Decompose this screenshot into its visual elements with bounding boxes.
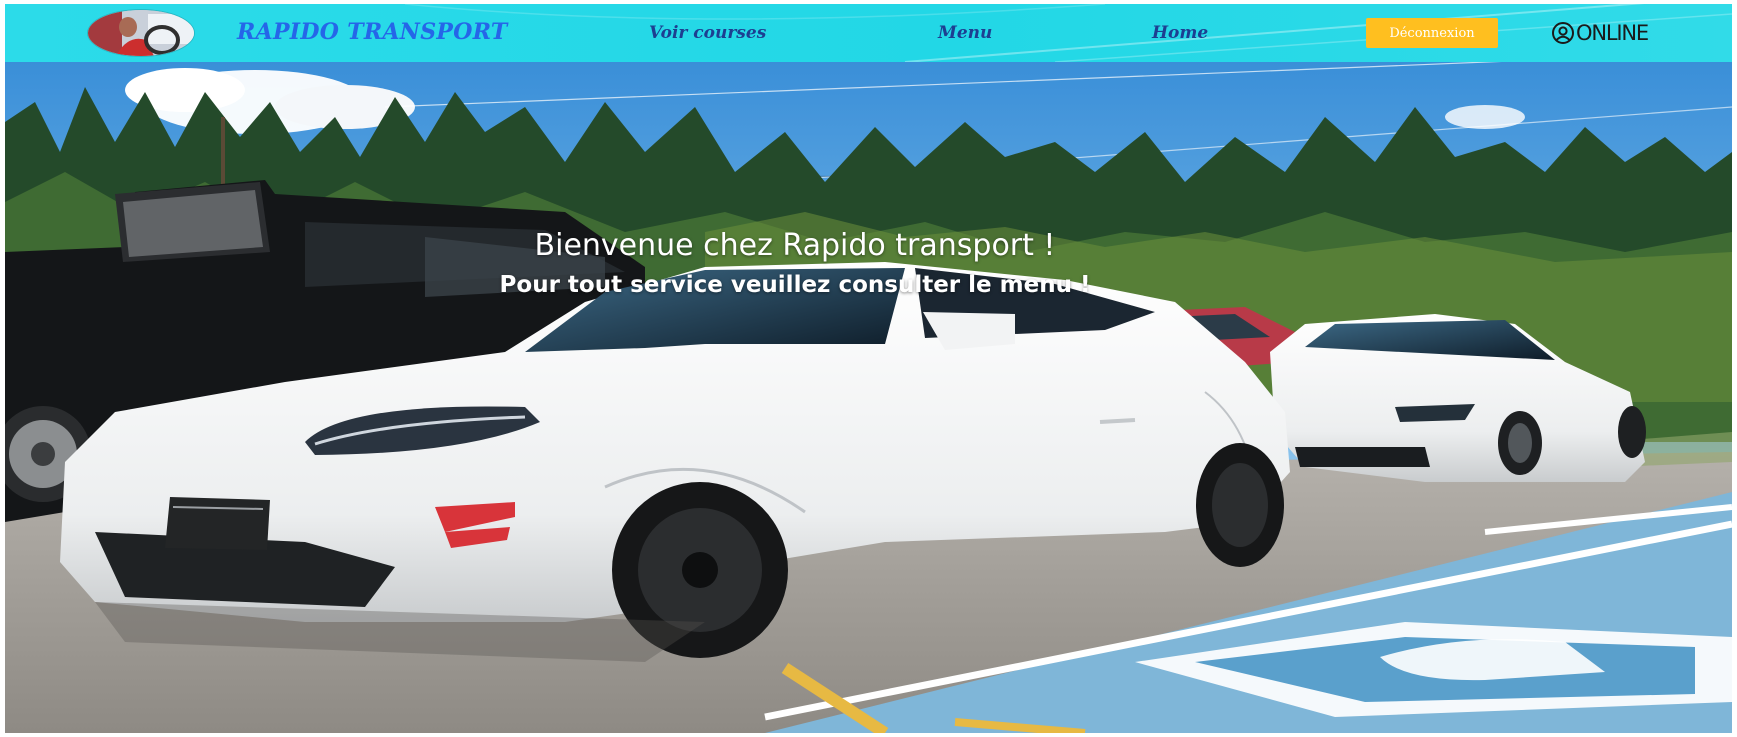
- nav-link-menu[interactable]: Menu: [938, 23, 992, 43]
- hero-banner: Bienvenue chez Rapido transport ! Pour t…: [5, 62, 1732, 733]
- hero-image: [5, 62, 1732, 733]
- logout-button[interactable]: Déconnexion: [1366, 18, 1498, 48]
- driver-photo-icon: [88, 10, 194, 56]
- page-frame: RAPIDO TRANSPORT Voir courses Menu Home …: [5, 4, 1732, 733]
- nav-link-home[interactable]: Home: [1152, 23, 1208, 43]
- online-status: ONLINE: [1551, 21, 1649, 45]
- online-status-label: ONLINE: [1576, 21, 1649, 45]
- hero-subtitle: Pour tout service veuillez consulter le …: [499, 272, 1091, 298]
- navbar: RAPIDO TRANSPORT Voir courses Menu Home …: [5, 4, 1732, 62]
- logo[interactable]: [88, 10, 194, 56]
- user-circle-icon: [1552, 22, 1574, 44]
- hero-title: Bienvenue chez Rapido transport !: [534, 228, 1056, 263]
- brand-title[interactable]: RAPIDO TRANSPORT: [237, 19, 508, 45]
- nav-link-voir-courses[interactable]: Voir courses: [649, 23, 766, 43]
